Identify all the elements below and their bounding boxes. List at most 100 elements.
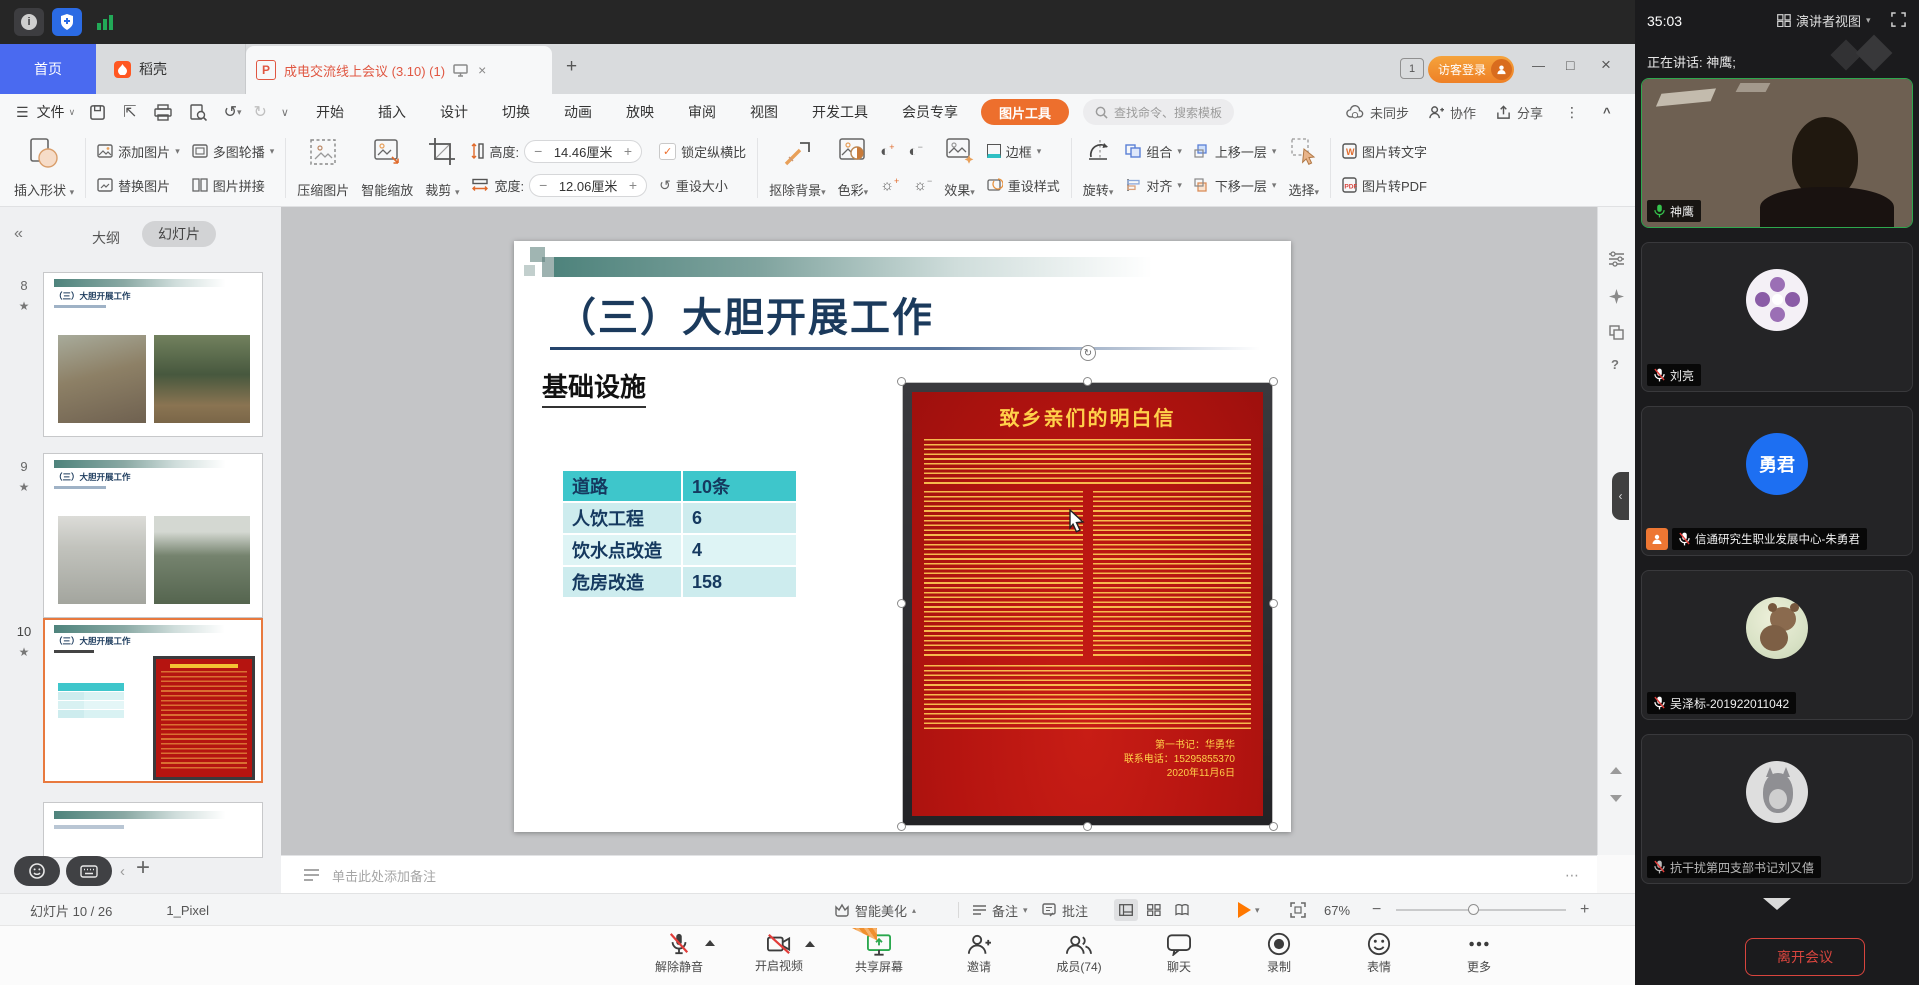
zoom-out-button[interactable]: − xyxy=(1372,901,1381,919)
menu-file[interactable]: 文件 xyxy=(29,94,69,130)
collaborate-icon[interactable] xyxy=(1429,105,1444,120)
tab-home[interactable]: 首页 xyxy=(0,44,96,94)
share-label[interactable]: 分享 xyxy=(1517,103,1543,122)
undo-icon[interactable]: ↺ xyxy=(224,102,237,122)
slide-9-thumbnail[interactable]: （三）大胆开展工作 xyxy=(43,453,263,618)
notes-bar[interactable]: 单击此处添加备注 ⋯ xyxy=(281,855,1597,894)
print-preview-icon[interactable] xyxy=(189,104,207,121)
resize-handle[interactable] xyxy=(1083,377,1092,386)
participant-tile[interactable]: 吴泽标-201922011042 xyxy=(1641,570,1913,720)
share-icon[interactable] xyxy=(1496,105,1511,120)
zoom-in-button[interactable]: + xyxy=(1580,901,1589,919)
emoji-quick-button[interactable] xyxy=(14,856,60,886)
record-button[interactable]: 录制 xyxy=(1229,932,1329,975)
reset-style-button[interactable]: 重设样式 xyxy=(987,170,1060,200)
unmute-button[interactable]: 解除静音 xyxy=(629,932,729,975)
scroll-participants-down-icon[interactable] xyxy=(1763,898,1791,910)
menu-review[interactable]: 审阅 xyxy=(671,94,733,130)
panels-icon[interactable] xyxy=(1609,325,1624,340)
slide-11-thumbnail[interactable] xyxy=(43,802,263,858)
fit-slide-icon[interactable] xyxy=(1290,902,1306,918)
decrease-icon[interactable]: − xyxy=(534,143,542,159)
width-stepper[interactable]: − 12.06厘米 + xyxy=(529,174,647,197)
view-mode-selector[interactable]: 演讲者视图 ▾ xyxy=(1777,11,1871,30)
resize-handle[interactable] xyxy=(1269,599,1278,608)
menu-insert[interactable]: 插入 xyxy=(361,94,423,130)
rotate-handle[interactable]: ↻ xyxy=(1080,345,1096,361)
tab-picture-tools[interactable]: 图片工具 xyxy=(981,99,1069,125)
comments-button[interactable]: 批注 xyxy=(1042,901,1088,920)
slide-10-thumbnail-selected[interactable]: （三）大胆开展工作 xyxy=(43,618,263,783)
menu-slideshow[interactable]: 放映 xyxy=(609,94,671,130)
menu-transition[interactable]: 切换 xyxy=(485,94,547,130)
share-screen-button[interactable]: 共享屏幕 xyxy=(829,933,929,975)
slide-sorter-view-button[interactable] xyxy=(1142,899,1166,921)
keyboard-quick-button[interactable] xyxy=(66,856,112,886)
decrease-icon[interactable]: − xyxy=(539,177,547,193)
rotate-button[interactable]: 旋转▾ xyxy=(1077,134,1120,202)
multi-image-carousel-button[interactable]: 多图轮播▾ xyxy=(192,136,275,166)
play-slideshow-button[interactable]: ▾ xyxy=(1238,902,1260,918)
emoji-button[interactable]: 表情 xyxy=(1329,932,1429,975)
border-button[interactable]: 边框▾ xyxy=(987,136,1060,166)
image-to-pdf-button[interactable]: PDF 图片转PDF xyxy=(1342,170,1427,200)
share-screen-tab-icon[interactable] xyxy=(453,64,468,77)
collapse-ribbon-icon[interactable]: ^ xyxy=(1603,105,1611,120)
window-minimize-button[interactable]: — xyxy=(1532,58,1545,73)
invite-button[interactable]: 邀请 xyxy=(929,933,1029,975)
participant-tile[interactable]: 刘亮 xyxy=(1641,242,1913,392)
members-button[interactable]: 成员(74) xyxy=(1029,933,1129,975)
resize-handle[interactable] xyxy=(897,822,906,831)
scroll-up-icon[interactable] xyxy=(1610,767,1622,774)
menu-design[interactable]: 设计 xyxy=(423,94,485,130)
send-backward-button[interactable]: 下移一层▾ xyxy=(1194,170,1277,200)
notes-toggle-button[interactable]: 备注 ▾ xyxy=(972,901,1028,920)
stats-icon[interactable] xyxy=(90,8,120,36)
lock-aspect-ratio-checkbox[interactable]: ✓ 锁定纵横比 xyxy=(659,136,746,166)
resize-handle[interactable] xyxy=(1269,377,1278,386)
resize-handle[interactable] xyxy=(1083,822,1092,831)
animation-star-icon[interactable]: ★ xyxy=(12,645,36,659)
increase-icon[interactable]: + xyxy=(629,177,637,193)
height-value[interactable]: 14.46厘米 xyxy=(554,142,613,161)
guest-login-button[interactable]: 访客登录 xyxy=(1428,56,1514,83)
increase-brightness-button[interactable]: ☼+ xyxy=(880,176,899,194)
menu-animation[interactable]: 动画 xyxy=(547,94,609,130)
width-value[interactable]: 12.06厘米 xyxy=(559,176,618,195)
start-video-button[interactable]: 开启视频 xyxy=(729,933,829,974)
help-icon[interactable]: ? xyxy=(1611,357,1619,372)
export-icon[interactable]: ⇱ xyxy=(123,102,136,122)
caret-up-icon[interactable] xyxy=(705,940,715,946)
add-slide-button[interactable]: + xyxy=(136,854,150,882)
poster-image[interactable]: 致乡亲们的明白信 第一书记：华勇华 联系电话：15295855370 2020年… xyxy=(902,382,1273,826)
zoom-slider-handle[interactable] xyxy=(1468,904,1479,915)
resize-handle[interactable] xyxy=(897,377,906,386)
editor-canvas[interactable]: （三）大胆开展工作 基础设施 道路 10条 人饮工程 6 饮水点改造 4 危房改… xyxy=(281,207,1597,855)
chat-button[interactable]: 聊天 xyxy=(1129,933,1229,975)
search-box[interactable]: 查找命令、搜索模板 xyxy=(1083,99,1234,125)
smart-zoom-button[interactable]: 智能缩放 xyxy=(355,134,419,202)
participant-tile[interactable]: 抗干扰第四支部书记刘又僖 xyxy=(1641,734,1913,884)
height-stepper[interactable]: − 14.46厘米 + xyxy=(524,140,642,163)
menu-view[interactable]: 视图 xyxy=(733,94,795,130)
bring-forward-button[interactable]: 上移一层▾ xyxy=(1194,136,1277,166)
fullscreen-icon[interactable] xyxy=(1891,12,1906,27)
zoom-percent[interactable]: 67% xyxy=(1324,903,1350,918)
animation-star-icon[interactable]: ★ xyxy=(12,480,36,494)
tab-slides[interactable]: 幻灯片 xyxy=(142,221,216,247)
tab-outline[interactable]: 大纲 xyxy=(92,228,120,248)
animation-star-icon[interactable]: ★ xyxy=(12,299,36,313)
increase-contrast-button[interactable]: ◐+ xyxy=(880,142,894,160)
cloud-sync-icon[interactable] xyxy=(1346,105,1364,119)
image-stitch-button[interactable]: 图片拼接 xyxy=(192,170,275,200)
reset-size-button[interactable]: ↺ 重设大小 xyxy=(659,170,746,200)
collapse-sidebar-tab[interactable]: ‹ xyxy=(1612,472,1629,520)
facilities-table[interactable]: 道路 10条 人饮工程 6 饮水点改造 4 危房改造 158 xyxy=(563,471,796,597)
info-icon[interactable]: i xyxy=(14,8,44,36)
collaborate-label[interactable]: 协作 xyxy=(1450,103,1476,122)
more-button[interactable]: 更多 xyxy=(1429,932,1529,975)
insert-shape-button[interactable]: 插入形状 ▾ xyxy=(8,134,80,202)
slide-8-thumbnail[interactable]: （三）大胆开展工作 xyxy=(43,272,263,437)
decrease-brightness-button[interactable]: ☼− xyxy=(913,176,932,194)
select-button[interactable]: 选择▾ xyxy=(1282,134,1325,202)
